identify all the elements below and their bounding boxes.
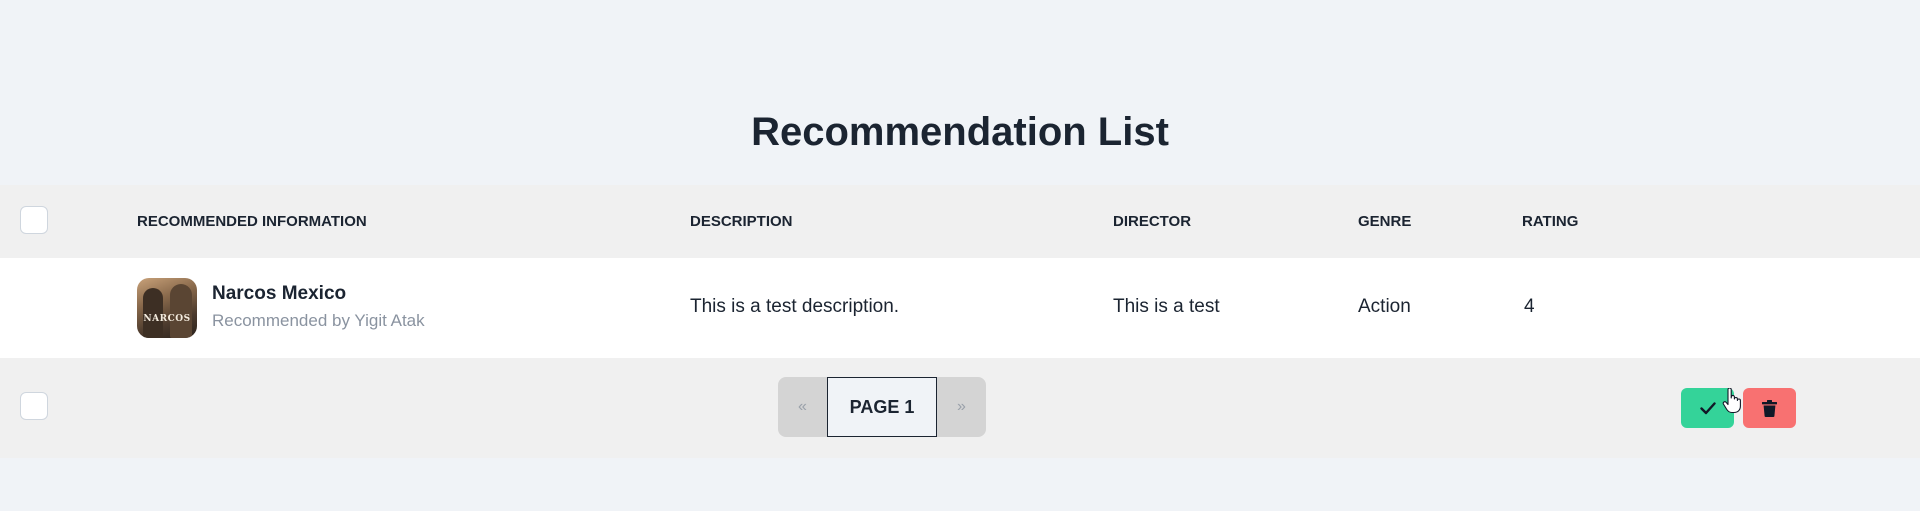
genre-cell: Action [1358,296,1411,317]
pagination: « PAGE 1 » [778,377,986,437]
pagination-current-page[interactable]: PAGE 1 [827,377,937,437]
pagination-prev-button[interactable]: « [778,377,827,437]
header-recommended-information: RECOMMENDED INFORMATION [137,213,367,230]
check-icon [1699,401,1716,414]
recommended-by: Recommended by Yigit Atak [212,311,425,330]
pagination-next-button[interactable]: » [937,377,986,437]
header-rating: RATING [1522,213,1579,230]
rating-cell: 4 [1524,296,1535,317]
table-footer-row: « PAGE 1 » [0,358,1920,458]
hand-cursor-icon [1722,388,1741,414]
table-header-row: RECOMMENDED INFORMATION DESCRIPTION DIRE… [0,185,1920,258]
header-description: DESCRIPTION [690,213,793,230]
select-all-checkbox[interactable] [20,206,48,234]
trash-icon [1762,399,1777,417]
director-cell: This is a test [1113,296,1220,317]
footer-checkbox[interactable] [20,392,48,420]
table-row: NARCOS Narcos Mexico Recommended by Yigi… [0,258,1920,401]
recommendation-table: RECOMMENDED INFORMATION DESCRIPTION DIRE… [0,185,1920,458]
header-genre: GENRE [1358,213,1412,230]
recommendation-title: Narcos Mexico [212,283,347,304]
delete-all-button[interactable] [1743,388,1796,428]
header-director: DIRECTOR [1113,213,1192,230]
poster-thumbnail: NARCOS [137,278,197,338]
description-cell: This is a test description. [690,296,900,317]
page-title: Recommendation List [751,110,1169,154]
